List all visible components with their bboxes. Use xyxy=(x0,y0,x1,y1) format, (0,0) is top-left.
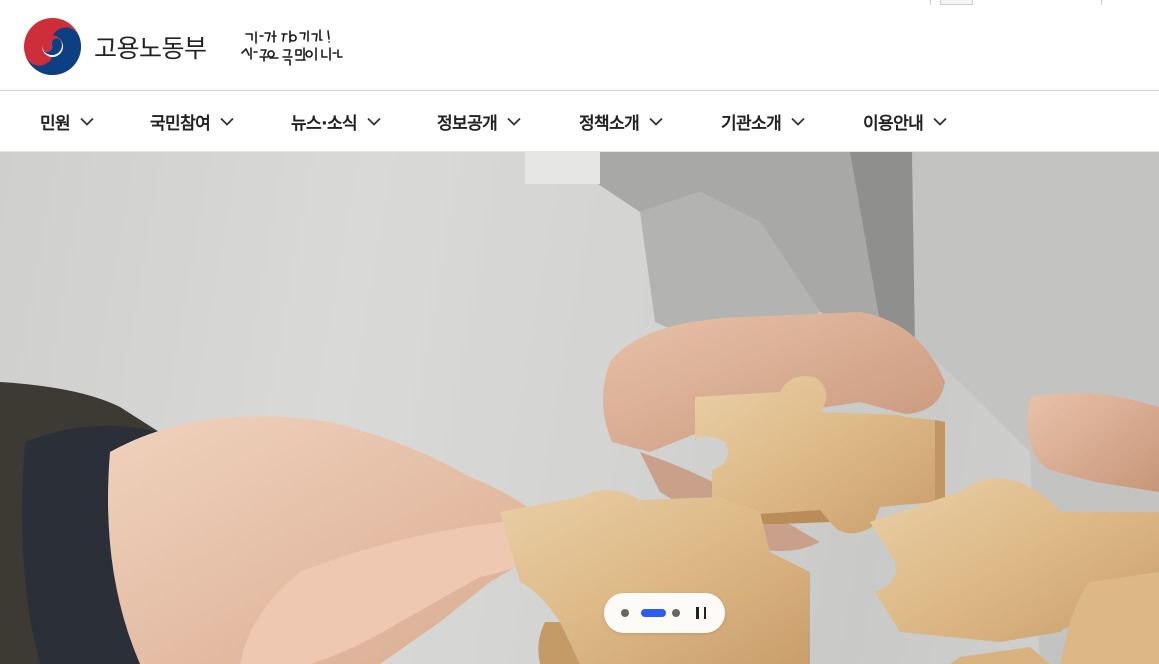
slide-indicator-2[interactable] xyxy=(641,609,666,617)
nav-item-label: 민원 xyxy=(40,114,71,134)
nav-item-info-disclosure[interactable]: 정보공개 xyxy=(437,91,521,152)
nav-item-guide[interactable]: 이용안내 xyxy=(863,91,947,152)
chevron-down-icon xyxy=(220,117,234,126)
taegeuk-emblem-icon xyxy=(24,18,81,75)
chevron-down-icon xyxy=(791,117,805,126)
chevron-down-icon xyxy=(367,117,381,126)
nav-item-label: 뉴스·소식 xyxy=(291,114,358,134)
nav-item-organization[interactable]: 기관소개 xyxy=(721,91,805,152)
nav-item-label: 정보공개 xyxy=(437,114,498,134)
nav-item-label: 국민참여 xyxy=(150,114,211,134)
hero-banner xyxy=(0,152,1159,664)
hero-puzzle-image xyxy=(0,152,1159,664)
chevron-down-icon xyxy=(649,117,663,126)
slide-indicator-1[interactable] xyxy=(621,609,629,617)
nav-item-label: 이용안내 xyxy=(863,114,924,134)
nav-item-participation[interactable]: 국민참여 xyxy=(150,91,234,152)
site-header: 고용노동부 xyxy=(0,0,1159,91)
slider-controls xyxy=(604,593,725,633)
nav-item-label: 정책소개 xyxy=(579,114,640,134)
nav-item-policy[interactable]: 정책소개 xyxy=(579,91,663,152)
nav-item-civil-petition[interactable]: 민원 xyxy=(40,91,94,152)
chevron-down-icon xyxy=(933,117,947,126)
chevron-down-icon xyxy=(507,117,521,126)
slide-indicator-3[interactable] xyxy=(672,609,680,617)
nav-item-label: 기관소개 xyxy=(721,114,782,134)
chevron-down-icon xyxy=(80,117,94,126)
main-navigation: 민원 국민참여 뉴스·소식 정보공개 정책소개 기관소개 이용안내 xyxy=(0,91,1159,152)
slogan-handwriting xyxy=(241,29,343,66)
pause-icon[interactable] xyxy=(696,607,706,619)
org-name: 고용노동부 xyxy=(94,33,207,63)
home-logo-link[interactable]: 고용노동부 xyxy=(24,18,207,75)
nav-item-news[interactable]: 뉴스·소식 xyxy=(291,91,381,152)
